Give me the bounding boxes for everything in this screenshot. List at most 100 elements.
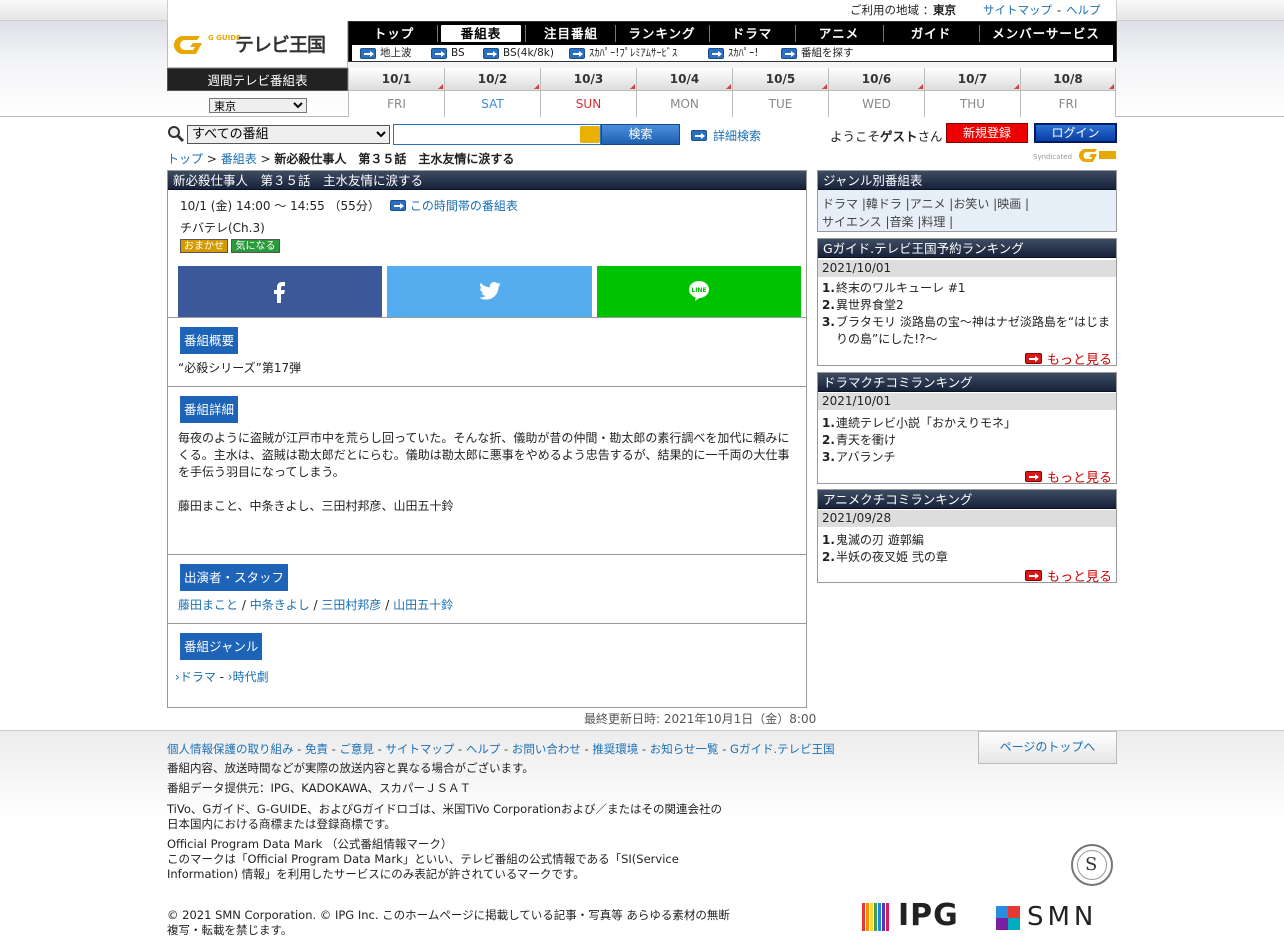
day-cell[interactable]: 10/3 SUN [540, 68, 636, 117]
cast-section: 出演者・スタッフ 藤田まこと / 中条きよし / 三田村邦彦 / 山田五十鈴 [168, 554, 806, 623]
ranking-item-label: 半妖の夜叉姫 弐の章 [836, 550, 948, 564]
day-cell[interactable]: 10/7 THU [924, 68, 1020, 117]
login-button[interactable]: ログイン [1034, 123, 1117, 143]
nav-featured[interactable]: 注目番組 [529, 25, 613, 42]
ranking2-title: ドラマクチコミランキング [818, 373, 1116, 392]
genre-row-2[interactable]: サイエンス |音楽 |料理 | [822, 213, 953, 230]
ranking-item-label: 青天を衝け [836, 433, 897, 447]
day-cell[interactable]: 10/2 SAT [444, 68, 540, 117]
cast-link[interactable]: 中条きよし [250, 598, 310, 612]
footer-link[interactable]: お知らせ一覧 [650, 742, 719, 756]
breadcrumb-schedule[interactable]: 番組表 [221, 152, 257, 166]
day-cell[interactable]: 10/4 MON [636, 68, 732, 117]
ranking2-date: 2021/10/01 [818, 393, 1116, 410]
search-input[interactable] [393, 124, 601, 145]
day-cell[interactable]: 10/6 WED [828, 68, 924, 117]
site-logo[interactable]: G GUIDE テレビ王国 [167, 21, 348, 68]
arrow-right-icon [1024, 353, 1042, 364]
subnav-bs[interactable]: BS [431, 45, 465, 61]
subnav-bs4k[interactable]: BS(4k/8k) [483, 45, 554, 61]
ranking-item[interactable]: 2. 青天を衝け [822, 432, 1112, 449]
omakase-badge[interactable]: おまかせ [180, 239, 228, 253]
ranking3-more-link[interactable]: もっと見る [1024, 566, 1112, 585]
subnav-skyperfect-premium[interactable]: ｽｶﾊﾟｰ!ﾌﾟﾚﾐｱﾑｻｰﾋﾞｽ [569, 45, 677, 61]
detail-cast-text: 藤田まこと、中条きよし、三田村邦彦、山田五十鈴 [178, 499, 454, 513]
day-cell[interactable]: 10/1 FRI [348, 68, 444, 117]
subnav-skyperfect[interactable]: ｽｶﾊﾟｰ! [708, 45, 758, 61]
day-dow: FRI [349, 91, 444, 117]
ranking-item[interactable]: 2. 半妖の夜叉姫 弐の章 [822, 549, 1112, 566]
program-meta: 10/1 (金) 14:00 ～ 14:55 （55分） この時間帯の番組表 [180, 197, 518, 214]
genre-row-1[interactable]: ドラマ |韓ドラ |アニメ |お笑い |映画 | [822, 195, 1029, 212]
breadcrumb-top[interactable]: トップ [167, 152, 203, 166]
nav-top[interactable]: トップ [353, 25, 435, 42]
advanced-search-link[interactable]: 詳細検索 [691, 127, 761, 144]
ranking-item-label: 鬼滅の刃 遊郭編 [836, 533, 924, 547]
ranking-item[interactable]: 2. 異世界食堂2 [822, 297, 1112, 314]
footer-note-3b: 日本国内における商標または登録商標です。 [167, 817, 396, 831]
arrow-right-icon [781, 47, 797, 59]
timeslot-link[interactable]: この時間帯の番組表 [410, 197, 518, 214]
nav-guide[interactable]: ガイド [885, 25, 977, 42]
day-cell[interactable]: 10/8 FRI [1020, 68, 1116, 117]
region-select[interactable]: 東京 [209, 98, 307, 113]
genre-box-title: ジャンル別番組表 [818, 171, 1116, 190]
footer-link[interactable]: Gガイド.テレビ王国 [730, 742, 835, 756]
footer-link[interactable]: 免責 [305, 742, 328, 756]
detail-text: 毎夜のように盗賊が江戸市中を荒らし回っていた。そんな折、儀助が昔の仲間・勘太郎の… [178, 431, 790, 479]
nav-schedule[interactable]: 番組表 [441, 25, 521, 42]
line-share-button[interactable]: LINE [597, 266, 801, 317]
nav-anime[interactable]: アニメ [797, 25, 881, 42]
top-sep: - [1057, 3, 1062, 17]
nav-drama[interactable]: ドラマ [711, 25, 793, 42]
search-icon [168, 126, 185, 143]
footer-link[interactable]: ご意見 [339, 742, 374, 756]
nav-member[interactable]: メンバーサービス [981, 25, 1111, 42]
subnav-terrestrial[interactable]: 地上波 [360, 45, 412, 61]
day-dow: FRI [1021, 91, 1115, 117]
ranking-item[interactable]: 3. アバランチ [822, 449, 1112, 466]
nav-ranking[interactable]: ランキング [617, 25, 707, 42]
search-button[interactable]: 検索 [601, 124, 680, 145]
facebook-icon [274, 282, 285, 303]
footer-link[interactable]: サイトマップ [385, 742, 454, 756]
cast-link[interactable]: 三田村邦彦 [321, 598, 381, 612]
day-cell[interactable]: 10/5 TUE [732, 68, 828, 117]
day-date: 10/1 [349, 68, 444, 91]
nav-sep [709, 25, 710, 42]
program-type-select[interactable]: すべての番組 [187, 125, 390, 144]
ranking-item-label: 異世界食堂2 [836, 298, 904, 312]
ranking-item[interactable]: 1. 鬼滅の刃 遊郭編 [822, 532, 1112, 549]
subnav-find-program[interactable]: 番組を探す [781, 45, 854, 61]
reservation-ranking-box: Gガイド.テレビ王国予約ランキング 2021/10/01 1. 終末のワルキューレ… [817, 238, 1117, 368]
ranking-item[interactable]: 1. 終末のワルキューレ #1 [822, 280, 1112, 297]
twitter-share-button[interactable] [387, 266, 592, 317]
footer-link[interactable]: ヘルプ [466, 742, 501, 756]
page-top-button[interactable]: ページのトップへ [978, 731, 1117, 764]
cast-link[interactable]: 山田五十鈴 [393, 598, 453, 612]
official-program-data-seal-icon: S [1071, 844, 1113, 886]
cast-sep: / [381, 598, 394, 612]
week-title: 週間テレビ番組表 [167, 68, 348, 91]
facebook-share-button[interactable] [178, 266, 382, 317]
footer-link[interactable]: 推奨環境 [592, 742, 638, 756]
help-link[interactable]: ヘルプ [1066, 0, 1101, 21]
smn-logo-text: SMN [1027, 902, 1098, 932]
ranking-item[interactable]: 1. 連続テレビ小説「おかえりモネ」 [822, 415, 1112, 432]
sitemap-link[interactable]: サイトマップ [983, 0, 1052, 21]
day-date: 10/6 [829, 68, 924, 91]
ranking1-more-link[interactable]: もっと見る [1024, 349, 1112, 368]
ranking-item[interactable]: 3. ブラタモリ 淡路島の宝〜神はナゼ淡路島を“はじまりの島”にした!?〜 [822, 314, 1112, 348]
search-row: すべての番組 検索 詳細検索 ようこそゲストさん 新規登録 ログイン [167, 123, 1117, 147]
ranking2-more-link[interactable]: もっと見る [1024, 467, 1112, 486]
arrow-right-icon [691, 130, 707, 141]
ranking3-title: アニメクチコミランキング [818, 490, 1116, 509]
day-dow: MON [637, 91, 732, 117]
cast-link[interactable]: 藤田まこと [178, 598, 238, 612]
genre-link-drama[interactable]: ドラマ [180, 670, 216, 684]
register-button[interactable]: 新規登録 [946, 123, 1028, 143]
footer-link[interactable]: 個人情報保護の取り組み [167, 742, 294, 756]
footer-link[interactable]: お問い合わせ [512, 742, 581, 756]
genre-link-jidaigeki[interactable]: 時代劇 [233, 670, 269, 684]
kininaru-badge[interactable]: 気になる [231, 239, 280, 253]
